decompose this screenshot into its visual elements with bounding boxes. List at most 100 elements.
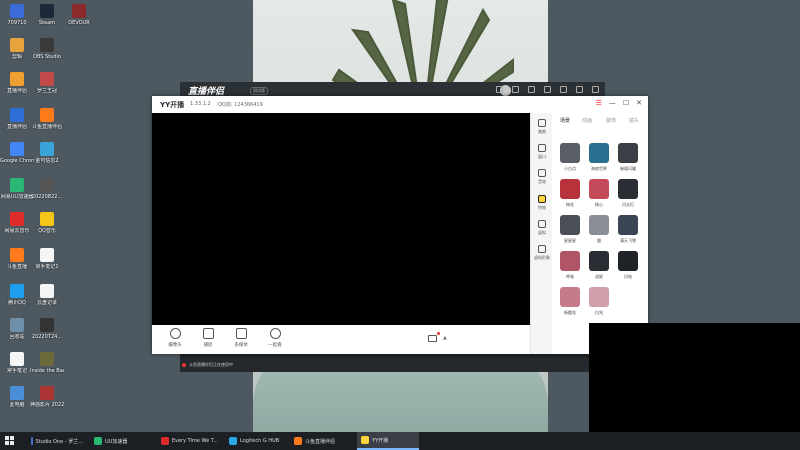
taskbar: Studio One - 罗兰... UU加速器 Every Time We T..…	[0, 432, 800, 450]
effect-item[interactable]: 流星	[588, 251, 610, 280]
effect-item[interactable]: 呼吸	[559, 251, 581, 280]
sidebar-item-window[interactable]: 窗口	[531, 144, 553, 160]
effect-item[interactable]: 小白点	[559, 143, 581, 172]
desktop-icon[interactable]: DEVOUR	[62, 4, 96, 26]
live-preview-canvas[interactable]	[152, 113, 530, 325]
taskbar-app-icon	[161, 437, 169, 445]
tab-animation[interactable]: 动画	[582, 117, 592, 124]
effect-item[interactable]: 白兆	[588, 287, 610, 316]
sidebar-item-label: 美颜	[538, 129, 546, 134]
taskbar-item[interactable]: UU加速器	[90, 432, 154, 450]
effect-item[interactable]: 满天飞雪	[617, 215, 639, 244]
taskbar-item[interactable]: 斗鱼直播伴侣	[290, 432, 354, 450]
sidebar-item-avatar[interactable]: 虚拟形象	[531, 245, 553, 261]
menu-icon[interactable]: ☰	[596, 99, 602, 108]
desktop-icon-label: 剪辑	[11, 54, 22, 60]
settings-icon[interactable]	[560, 86, 567, 93]
effect-label: 新樱花	[564, 310, 576, 315]
minimize-icon[interactable]	[576, 86, 583, 93]
desktop-icon[interactable]: Steam	[30, 4, 64, 26]
desktop-app-icon	[10, 352, 24, 366]
tab-scene[interactable]: 场景	[560, 117, 570, 124]
effect-item[interactable]: 璀璨闪耀	[617, 143, 639, 172]
desktop-icon[interactable]: 直播伴侣	[0, 72, 34, 94]
taskbar-item-label: UU加速器	[105, 438, 128, 445]
effect-item[interactable]: 新樱花	[559, 287, 581, 316]
desktop-icon[interactable]: OBS Studio	[30, 38, 64, 60]
desktop-icon[interactable]: 709710	[0, 4, 34, 26]
effect-item[interactable]: 闪光灯	[617, 179, 639, 208]
effect-thumbnail	[618, 143, 638, 163]
taskbar-item[interactable]: YY开播	[357, 432, 419, 450]
desktop-icon[interactable]: 金可信息2	[30, 142, 64, 164]
sidebar-item-virtual[interactable]: 虚拟	[531, 220, 553, 236]
desktop-app-icon	[10, 108, 24, 122]
overlay-black-region	[589, 323, 800, 432]
desktop-icon[interactable]: 常手笔记	[0, 352, 34, 374]
sidebar-item-beauty[interactable]: 美颜	[531, 119, 553, 135]
desktop-icon[interactable]: 20220724...	[30, 318, 64, 340]
desktop-icon[interactable]: 斗鱼直播	[0, 248, 34, 270]
desktop-icon[interactable]: 此电脑	[0, 386, 34, 408]
record-button[interactable]	[428, 332, 440, 342]
watch-together-button[interactable]: 一起看	[264, 328, 286, 348]
desktop-icon[interactable]: 云盘记录	[30, 284, 64, 306]
desktop-icon[interactable]: Inside the Backrooms	[30, 352, 64, 374]
desktop-app-icon	[40, 248, 54, 262]
minimize-button[interactable]: —	[609, 99, 616, 108]
desktop-icon[interactable]: 20220822...	[30, 178, 64, 200]
virtual-icon	[538, 220, 546, 228]
desktop-icon[interactable]: 剪辑	[0, 38, 34, 60]
camera-button[interactable]: 摄像头	[164, 328, 186, 348]
desktop-icon[interactable]: 神庙影片 20220...	[30, 386, 64, 408]
taskbar-item-label: 斗鱼直播伴侣	[305, 438, 336, 445]
desktop-icon[interactable]: 网易UU加速器	[0, 178, 34, 200]
tab-decoration[interactable]: 装饰	[606, 117, 616, 124]
taskbar-item-label: Logitech G HUB	[240, 438, 280, 444]
sidebar-item-label: 特效	[538, 205, 546, 210]
desktop-icon[interactable]: 罗兰王冠	[30, 72, 64, 94]
close-icon[interactable]	[592, 86, 599, 93]
taskbar-app-icon	[31, 437, 33, 445]
desktop-icon[interactable]: 常手笔记1	[30, 248, 64, 270]
effect-item[interactable]: 海底世界	[588, 143, 610, 172]
effect-thumbnail	[618, 215, 638, 235]
record-icon[interactable]	[512, 86, 519, 93]
mail-icon[interactable]	[496, 86, 503, 93]
desktop-icon-label: 20220724...	[31, 334, 63, 340]
desktop-icon[interactable]: 回收站	[0, 318, 34, 340]
desktop-icon[interactable]: QQ音乐	[30, 212, 64, 234]
taskbar-item[interactable]: Every Time We T...	[157, 432, 222, 450]
effect-item[interactable]: 星星星	[559, 215, 581, 244]
multimedia-label: 多媒体	[234, 343, 248, 348]
taskbar-item-label: Every Time We T...	[171, 438, 218, 444]
sidebar-item-effects[interactable]: 特效	[531, 195, 553, 211]
sidebar-item-audio[interactable]: 音效	[531, 169, 553, 185]
skin-icon[interactable]	[528, 86, 535, 93]
taskbar-item[interactable]: Logitech G HUB	[225, 432, 287, 450]
desktop-icon[interactable]: 斗鱼直播伴侣	[30, 108, 64, 130]
desktop-icon[interactable]: 直播伴侣	[0, 108, 34, 130]
desktop-icon[interactable]: Google Chrome	[0, 142, 34, 164]
desktop-app-icon	[10, 178, 24, 192]
effect-item[interactable]: 猫	[588, 215, 610, 244]
taskbar-item[interactable]: Studio One - 罗兰...	[27, 432, 87, 450]
maximize-button[interactable]: ☐	[623, 99, 629, 108]
effect-item[interactable]: 闪电	[617, 251, 639, 280]
close-button[interactable]: ✕	[636, 99, 642, 108]
capture-button[interactable]: 捕捉	[197, 328, 219, 348]
gift-icon[interactable]	[544, 86, 551, 93]
effect-item[interactable]: 梅花	[559, 179, 581, 208]
desktop-icon[interactable]: 网易云音乐	[0, 212, 34, 234]
window-icon	[538, 144, 546, 152]
effect-label: 闪电	[624, 274, 632, 279]
desktop-icon[interactable]: 腾讯QQ	[0, 284, 34, 306]
tab-lens[interactable]: 镜头	[629, 117, 639, 124]
multimedia-button[interactable]: 多媒体	[230, 328, 252, 348]
windows-start-icon[interactable]	[5, 436, 15, 446]
yy-titlebar[interactable]: YY开播 1.33.1.2 QQ前: 124366419 ☰ — ☐ ✕	[152, 96, 648, 113]
chevron-down-icon[interactable]: ▲	[443, 335, 447, 341]
yy-live-window[interactable]: YY开播 1.33.1.2 QQ前: 124366419 ☰ — ☐ ✕ 摄像头…	[152, 96, 648, 354]
effect-item[interactable]: 桃心	[588, 179, 610, 208]
effect-thumbnail	[560, 143, 580, 163]
